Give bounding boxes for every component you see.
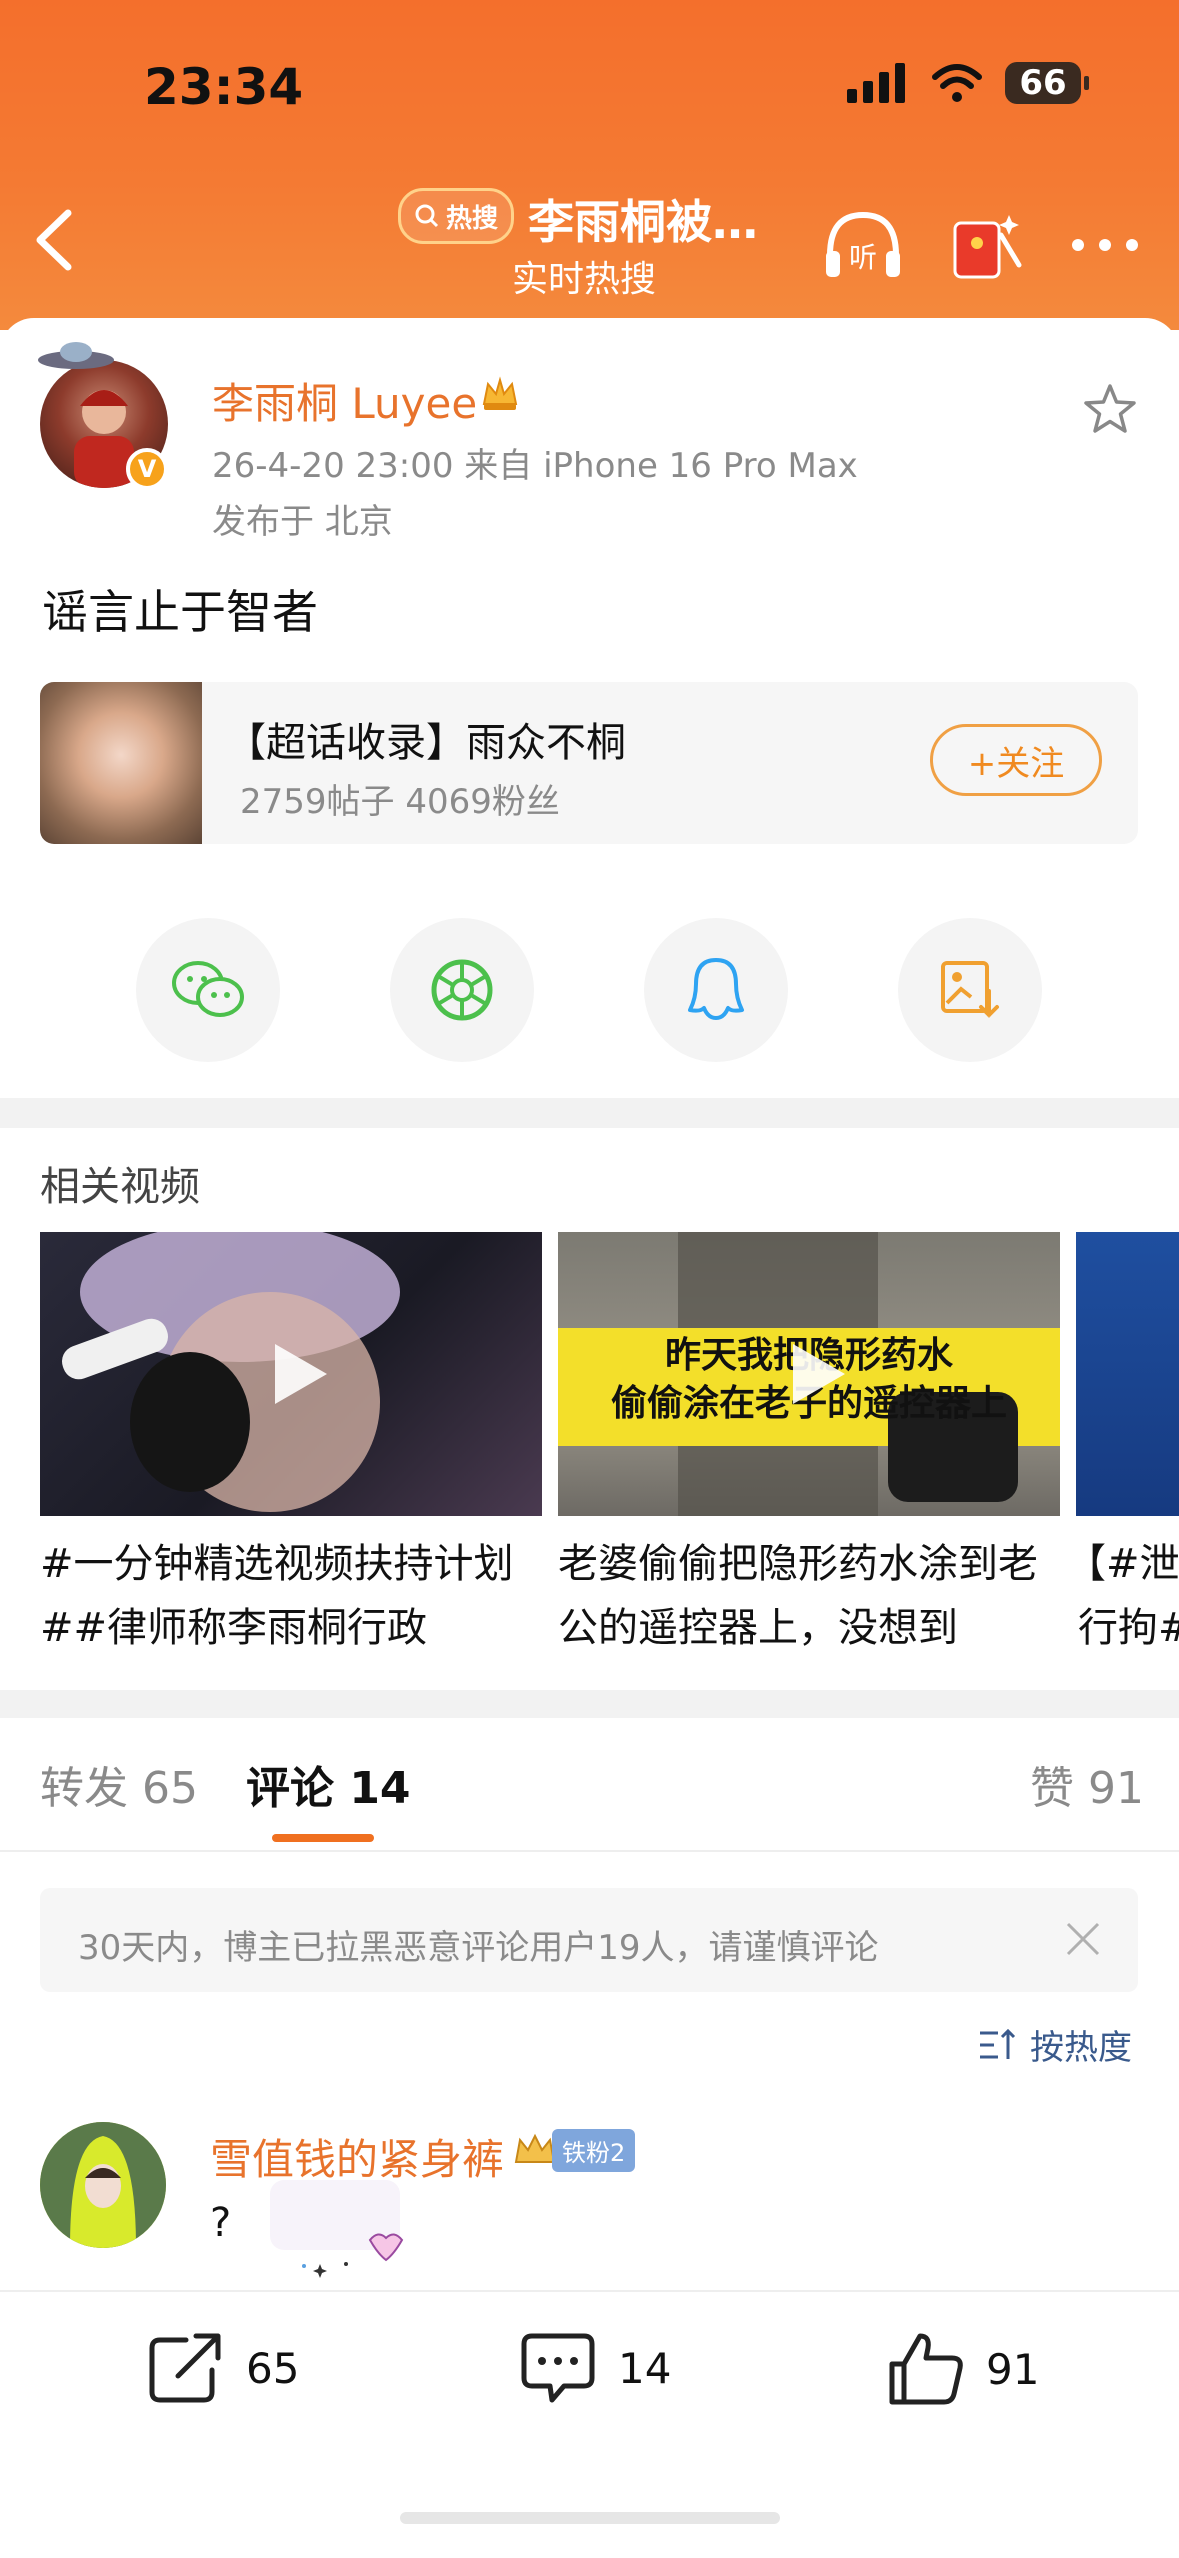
close-icon[interactable] (1064, 1920, 1102, 1958)
video-thumbnail-1[interactable] (40, 1232, 542, 1516)
video-thumbnail-2[interactable]: 昨天我把隐形药水 偷偷涂在老子的遥控器上 (558, 1232, 1060, 1516)
listen-label: 听 (849, 241, 877, 274)
like-button[interactable]: 91 (886, 2330, 1039, 2408)
fan-badge-label: 铁粉2 (552, 2128, 636, 2172)
supertopic-title: 【超话收录】雨众不桐 (226, 720, 626, 766)
hot-topic-subtitle: 实时热搜 (512, 259, 657, 300)
star-icon (1084, 384, 1136, 433)
battery-indicator: 66 (1005, 62, 1089, 104)
sort-button[interactable]: 按热度 (978, 2020, 1132, 2069)
commenter-name[interactable]: 雪值钱的紧身裤 (210, 2126, 504, 2187)
video-3-caption-line2: 行拘# (1078, 1605, 1179, 1651)
red-packet-icon (953, 215, 1022, 279)
tab-repost[interactable]: 转发 65 (40, 1752, 198, 1816)
video-1-caption-line1: #一分钟精选视频扶持计划 (40, 1541, 514, 1587)
commenter-avatar-art (40, 2122, 166, 2248)
back-button[interactable] (30, 205, 80, 275)
more-dots-icon (1072, 239, 1138, 251)
verified-badge: V (126, 448, 168, 490)
iron-fan-badge: 铁粉2 (512, 2128, 636, 2172)
follow-button[interactable]: +关注 (930, 724, 1102, 796)
repost-count: 65 (246, 2343, 300, 2393)
post-location: 发布于 北京 (212, 502, 393, 542)
hot-search-badge: 热搜 (398, 188, 514, 244)
comment-button[interactable]: 14 (518, 2330, 671, 2406)
sticker-icon (270, 2180, 404, 2278)
share-qq-button[interactable] (644, 918, 788, 1062)
video-3-caption-line1: 【#泄露 (1066, 1541, 1179, 1587)
video-caption-1[interactable]: #一分钟精选视频扶持计划 ##律师称李雨桐行政 (40, 1532, 560, 1660)
status-time: 23:34 (144, 58, 304, 116)
sort-icon (980, 2028, 1016, 2059)
save-image-button[interactable] (898, 918, 1042, 1062)
moments-icon (431, 959, 493, 1021)
qq-icon (688, 958, 744, 1020)
comment-text: ? (210, 2200, 232, 2246)
hot-badge-label: 热搜 (445, 203, 498, 234)
more-button[interactable] (1060, 200, 1150, 290)
sort-label: 按热度 (1030, 2028, 1132, 2068)
comment-icon (521, 2333, 595, 2403)
video-caption-3[interactable]: 【#泄露 行拘# (1066, 1532, 1179, 1660)
video-2-caption-line1: 老婆偷偷把隐形药水涂到老 (558, 1541, 1038, 1587)
tab-likes[interactable]: 赞 91 (1030, 1752, 1144, 1816)
author-name[interactable]: 李雨桐 Luyee (212, 370, 477, 431)
tabs-divider (0, 1850, 1179, 1852)
signal-icon (847, 63, 905, 103)
status-icons: 66 (847, 62, 1089, 104)
search-icon (415, 204, 439, 228)
post-text: 谣言止于智者 (42, 585, 318, 639)
like-count: 91 (986, 2344, 1040, 2394)
supertopic-image (40, 682, 202, 844)
crown-badge-icon (480, 374, 520, 423)
video-2-caption-line2: 公的遥控器上，没想到 (558, 1605, 958, 1651)
thumbs-up-icon (889, 2333, 963, 2405)
section-divider (0, 1098, 1179, 1128)
wechat-icon (172, 961, 244, 1017)
play-icon (793, 1344, 845, 1404)
save-image-icon (941, 961, 999, 1018)
home-indicator (400, 2512, 780, 2524)
share-wechat-button[interactable] (136, 918, 280, 1062)
share-icon (149, 2333, 221, 2403)
section-divider (0, 1690, 1179, 1718)
commenter-avatar[interactable] (40, 2122, 166, 2248)
ufo-decoration-icon (38, 342, 114, 369)
post-meta: 26-4-20 23:00 来自 iPhone 16 Pro Max (212, 446, 858, 486)
video-1-caption-line2: ##律师称李雨桐行政 (40, 1605, 428, 1651)
supertopic-card[interactable]: 【超话收录】雨众不桐 2759帖子 4069粉丝 +关注 (40, 682, 1138, 844)
headphones-icon: 听 (826, 211, 900, 277)
video-caption-2[interactable]: 老婆偷偷把隐形药水涂到老 公的遥控器上，没想到 (558, 1532, 1078, 1660)
supertopic-stats: 2759帖子 4069粉丝 (240, 782, 560, 822)
repost-button[interactable]: 65 (146, 2330, 299, 2406)
video-thumbnail-3[interactable] (1076, 1232, 1179, 1516)
red-packet-button[interactable] (944, 200, 1034, 290)
comment-count: 14 (618, 2343, 672, 2393)
related-videos-title: 相关视频 (40, 1164, 200, 1210)
listen-button[interactable]: 听 (818, 200, 908, 290)
chevron-left-icon (36, 209, 72, 271)
active-tab-indicator (272, 1834, 374, 1842)
favorite-button[interactable] (1080, 380, 1140, 440)
wifi-icon (932, 64, 982, 102)
share-moments-button[interactable] (390, 918, 534, 1062)
comment-notice: 30天内，博主已拉黑恶意评论用户19人，请谨慎评论 (40, 1888, 1138, 1992)
play-icon (275, 1344, 327, 1404)
hot-topic-title[interactable]: 李雨桐被… (528, 186, 758, 252)
tab-comments[interactable]: 评论 14 (246, 1752, 411, 1816)
notice-text: 30天内，博主已拉黑恶意评论用户19人，请谨慎评论 (78, 1928, 879, 1968)
